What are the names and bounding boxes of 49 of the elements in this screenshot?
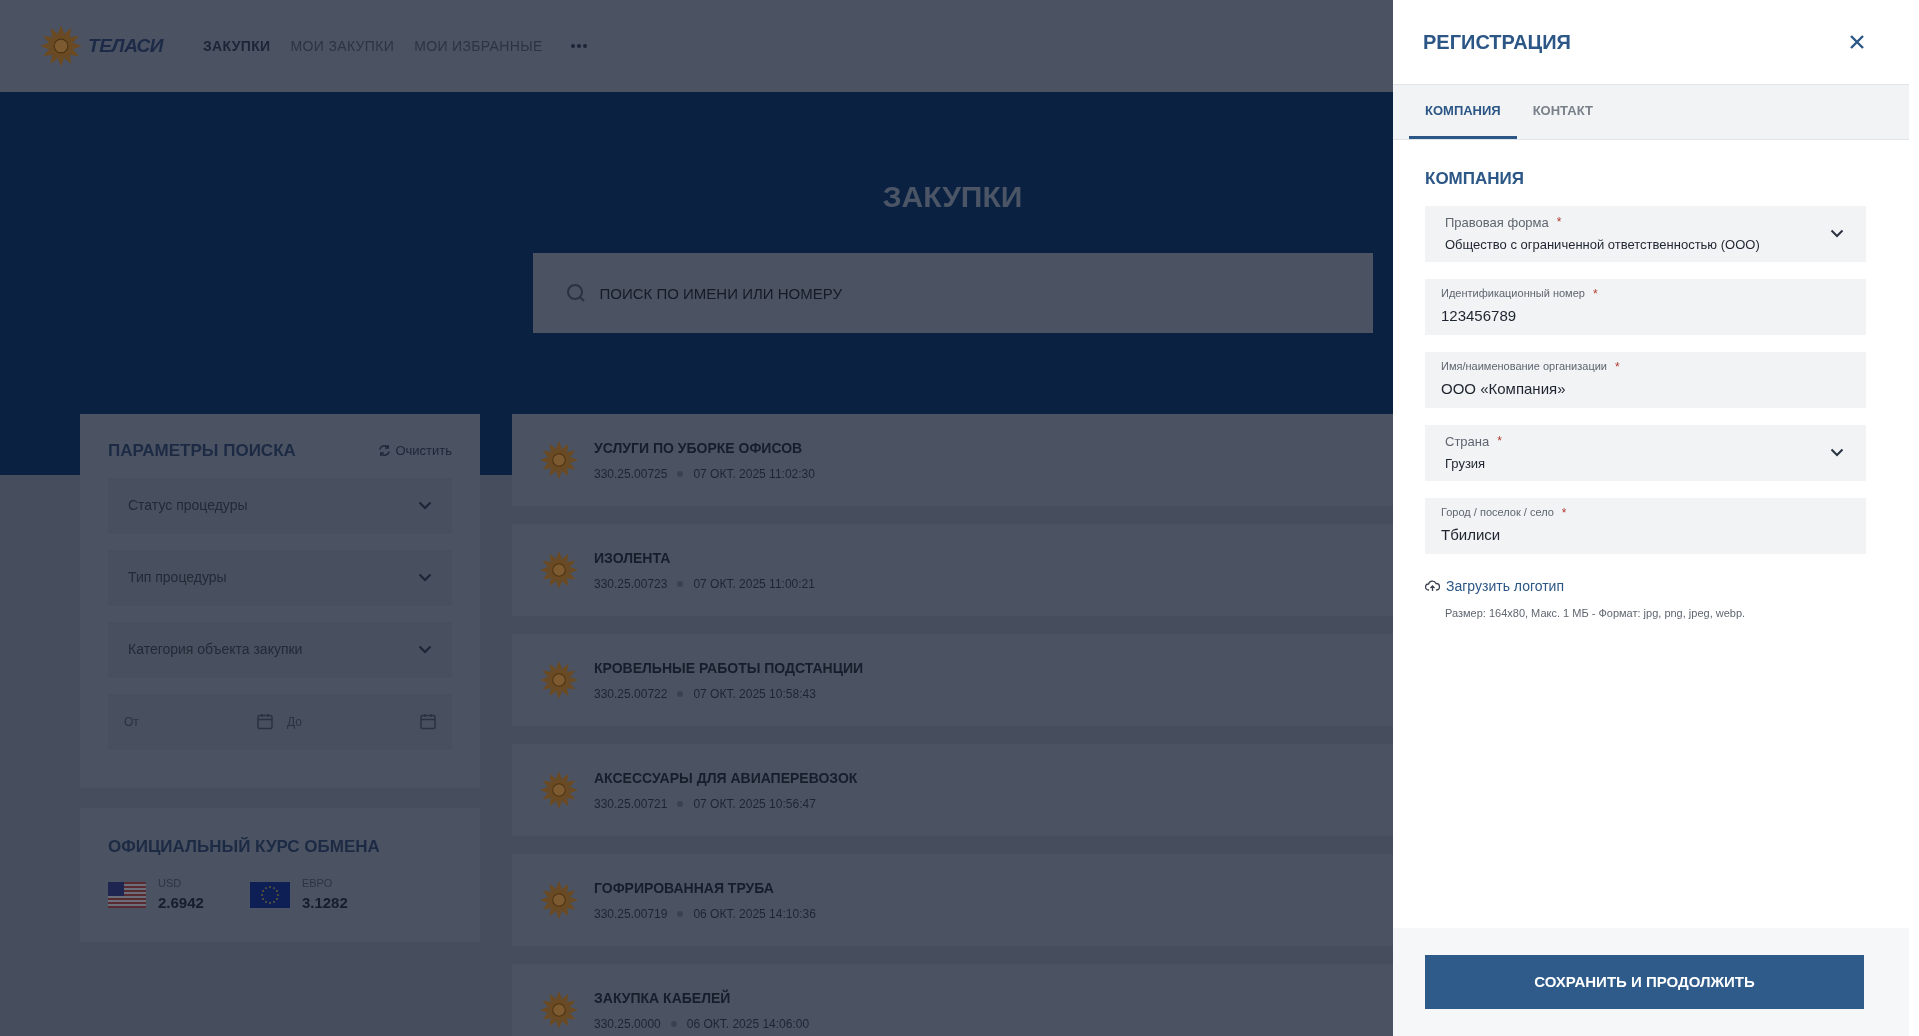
refresh-icon	[378, 444, 392, 458]
field-value: Общество с ограниченной ответственностью (ООО)	[1445, 235, 1760, 254]
field-value: Тбилиси	[1441, 525, 1502, 546]
input-field[interactable]: Имя/наименование организации * ООО «Компания»	[1425, 351, 1866, 408]
required-mark: *	[1592, 286, 1598, 304]
chevron-down-icon	[418, 573, 432, 582]
required-mark: *	[1497, 433, 1502, 450]
sun-logo-icon	[538, 879, 580, 921]
field-label: Правовая форма	[1445, 214, 1549, 232]
required-mark: *	[1561, 505, 1567, 523]
close-icon	[1849, 34, 1865, 50]
required-mark: *	[1556, 214, 1562, 231]
save-continue-button[interactable]: СОХРАНИТЬ И ПРОДОЛЖИТЬ	[1425, 955, 1864, 1009]
field-value: ООО «Компания»	[1441, 379, 1567, 400]
calendar-icon	[420, 713, 436, 730]
sun-logo-icon	[538, 439, 580, 481]
more-dots-icon[interactable]	[570, 44, 587, 48]
field-label: Имя/наименование организации	[1441, 359, 1607, 375]
section-title: КОМПАНИЯ	[1425, 168, 1525, 190]
input-field[interactable]: Идентификационный номер * 123456789	[1425, 278, 1866, 335]
field-label: Идентификационный номер	[1441, 286, 1585, 302]
required-mark: *	[1615, 359, 1620, 377]
sun-logo-icon	[538, 989, 580, 1031]
upload-hint: Размер: 164x80, Макс. 1 МБ - Формат: jpg, png, jpeg, webp.	[1444, 605, 1747, 621]
search-field[interactable]: ПОИСК ПО ИМЕНИ ИЛИ НОМЕРУ	[532, 253, 1373, 333]
chevron-down-icon	[418, 645, 432, 654]
drawer-title: РЕГИСТРАЦИЯ	[1423, 30, 1571, 55]
striped-flag-icon	[108, 881, 146, 908]
calendar-icon	[257, 713, 273, 730]
cloud-upload-icon	[1425, 580, 1440, 592]
search-icon	[565, 283, 586, 303]
sun-logo-icon	[538, 659, 580, 701]
tab[interactable]: КОНТАКТ	[1516, 85, 1609, 139]
tab[interactable]: КОМПАНИЯ	[1409, 85, 1517, 139]
field-value: 123456789	[1441, 306, 1518, 327]
select-field[interactable]: Правовая форма * Общество с ограниченной ответственностью (ООО)	[1425, 205, 1866, 262]
select-field[interactable]: Страна * Грузия	[1425, 424, 1866, 481]
page-title: ЗАКУПКИ	[882, 179, 1023, 215]
sun-logo-icon	[538, 549, 580, 591]
field-value: Грузия	[1445, 454, 1487, 473]
chevron-down-icon	[1830, 448, 1844, 457]
chevron-down-icon	[1830, 229, 1844, 238]
input-field[interactable]: Город / поселок / село * Тбилиси	[1425, 497, 1866, 554]
upload-link[interactable]: Загрузить логотип	[1425, 575, 1866, 597]
field-label: Город / поселок / село	[1441, 505, 1554, 521]
chevron-down-icon	[418, 501, 432, 510]
star-ring-flag-icon	[249, 881, 290, 908]
sun-logo-icon	[538, 769, 580, 811]
field-label: Страна	[1445, 433, 1490, 451]
